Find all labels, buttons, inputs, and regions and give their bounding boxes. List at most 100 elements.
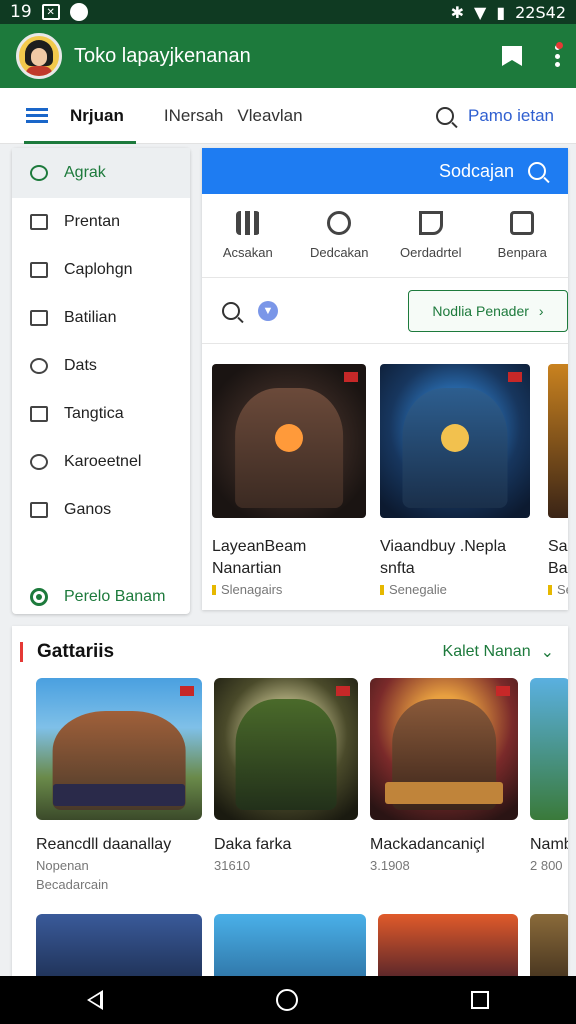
game-thumbnail bbox=[36, 678, 202, 820]
bookmark-icon[interactable] bbox=[502, 46, 522, 66]
game-title: Reancdll daanallay bbox=[36, 836, 172, 853]
card-subtitle: Senegalie bbox=[389, 582, 447, 597]
game-thumbnail bbox=[214, 678, 358, 820]
sidebar-item-ganos[interactable]: Ganos bbox=[12, 486, 190, 534]
games-header: Gattariis Kalet Nanan ⌄ bbox=[12, 626, 568, 678]
chevron-right-icon: › bbox=[538, 302, 544, 319]
status-bar: 19 ✕ ✱ ▼ ▮ 22S42 bbox=[0, 0, 576, 24]
section-marker bbox=[20, 642, 23, 662]
app-bar: Toko lapayjkenanan bbox=[0, 24, 576, 88]
search-icon[interactable] bbox=[222, 301, 240, 320]
game-subtitle: 31610 bbox=[214, 858, 251, 873]
game-card[interactable]: Mackadancaniçl 3.1908 bbox=[370, 678, 518, 892]
tab-search-label: Pamo ietan bbox=[468, 105, 554, 125]
category-label: Oerdadrtel bbox=[400, 245, 462, 260]
category-dedcakan[interactable]: Dedcakan bbox=[294, 211, 386, 260]
sidebar-item-dats[interactable]: Dats bbox=[12, 342, 190, 390]
list-icon[interactable] bbox=[26, 108, 48, 123]
sidebar-footer-link[interactable]: Perelo Banam bbox=[12, 588, 190, 606]
sidebar-item-caplohgn[interactable]: Caplohgn bbox=[12, 246, 190, 294]
card-subtitle: Slenagairs bbox=[221, 582, 283, 597]
game-title: Namb bbox=[530, 836, 568, 853]
action-button[interactable]: Nodlia Penader › bbox=[408, 289, 568, 332]
card-title-line: San bbox=[548, 538, 568, 555]
sidebar: Agrak Prentan Caplohgn Batilian Dats Tan… bbox=[12, 148, 190, 614]
featured-cards: LayeanBeam Nanartian Slenagairs Viaandbu… bbox=[202, 344, 568, 597]
tag-icon bbox=[30, 358, 48, 374]
wifi-icon: ▼ bbox=[474, 2, 487, 22]
radio-icon bbox=[30, 588, 48, 606]
games-row: Reancdll daanallay Nopenan Becadarcain D… bbox=[12, 678, 568, 892]
card-title-line: Bad bbox=[548, 560, 568, 577]
section-title: Gattariis bbox=[37, 641, 115, 662]
category-label: Benpara bbox=[497, 245, 547, 260]
games-section: Gattariis Kalet Nanan ⌄ Reancdll daanall… bbox=[12, 626, 568, 986]
game-card[interactable]: Namb 2 800 bbox=[530, 678, 568, 892]
game-card[interactable]: Reancdll daanallay Nopenan Becadarcain bbox=[36, 678, 202, 892]
search-icon bbox=[30, 165, 48, 181]
filter-row: ▼ Nodlia Penader › bbox=[202, 278, 568, 344]
game-thumbnail bbox=[548, 364, 568, 518]
system-nav-bar bbox=[0, 976, 576, 1024]
game-card[interactable]: Daka farka 31610 bbox=[214, 678, 358, 892]
card-title-line: snfta bbox=[380, 560, 415, 577]
game-subtitle: 3.1908 bbox=[370, 858, 410, 873]
featured-panel: Sodcajan Acsakan Dedcakan Oerdadrtel Ben… bbox=[202, 148, 568, 610]
see-more-link[interactable]: Kalet Nanan ⌄ bbox=[443, 642, 554, 662]
calendar-icon bbox=[30, 310, 48, 326]
category-row: Acsakan Dedcakan Oerdadrtel Benpara bbox=[202, 194, 568, 278]
sidebar-item-tangtica[interactable]: Tangtica bbox=[12, 390, 190, 438]
chevron-down-icon[interactable]: ▼ bbox=[258, 300, 278, 321]
card-icon bbox=[30, 214, 48, 230]
featured-card[interactable]: LayeanBeam Nanartian Slenagairs bbox=[212, 364, 368, 597]
sidebar-item-label: Batilian bbox=[64, 309, 117, 326]
sidebar-item-label: Caplohgn bbox=[64, 261, 133, 278]
card-title-line: Viaandbuy .Nepla bbox=[380, 538, 507, 555]
flag-icon bbox=[418, 211, 443, 235]
battery-icon: ▮ bbox=[496, 2, 506, 22]
card-title-line: LayeanBeam bbox=[212, 538, 307, 555]
game-title: Mackadancaniçl bbox=[370, 836, 485, 853]
featured-card[interactable]: Viaandbuy .Nepla snfta Senegalie bbox=[380, 364, 536, 597]
category-benpara[interactable]: Benpara bbox=[477, 211, 569, 260]
chevron-down-icon: ⌄ bbox=[540, 644, 554, 661]
bag-icon bbox=[30, 406, 48, 422]
card-subtitle: Se bbox=[557, 582, 568, 597]
category-acsakan[interactable]: Acsakan bbox=[202, 211, 294, 260]
back-icon[interactable] bbox=[86, 990, 103, 1010]
tab-search[interactable]: Pamo ietan bbox=[436, 106, 554, 126]
tab-vleavlan[interactable]: Vleavlan bbox=[237, 106, 302, 126]
category-label: Acsakan bbox=[222, 245, 273, 260]
search-icon bbox=[528, 162, 546, 180]
category-label: Dedcakan bbox=[309, 245, 369, 260]
sidebar-item-label: Dats bbox=[64, 357, 97, 374]
sidebar-item-label: Tangtica bbox=[64, 405, 124, 422]
recent-apps-icon[interactable] bbox=[471, 991, 490, 1009]
category-oerdadrtel[interactable]: Oerdadrtel bbox=[385, 211, 477, 260]
tab-nrjuan[interactable]: Nrjuan bbox=[24, 106, 136, 144]
sidebar-item-label: Karoeetnel bbox=[64, 453, 142, 470]
sidebar-item-label: Prentan bbox=[64, 213, 121, 230]
notification-icon: ✕ bbox=[41, 4, 60, 20]
tab-inersah[interactable]: INersah bbox=[164, 106, 224, 126]
status-clock: 22S42 bbox=[515, 2, 566, 22]
featured-card[interactable]: San Bad Se bbox=[548, 364, 568, 597]
home-icon[interactable] bbox=[275, 989, 298, 1011]
card-title-line: Nanartian bbox=[212, 560, 282, 577]
sidebar-item-prentan[interactable]: Prentan bbox=[12, 198, 190, 246]
chart-icon bbox=[30, 262, 48, 278]
more-options-icon[interactable] bbox=[554, 42, 563, 67]
status-time: 19 bbox=[10, 2, 32, 22]
avatar[interactable] bbox=[16, 33, 62, 79]
tab-bar: Nrjuan INersah Vleavlan Pamo ietan bbox=[0, 88, 576, 144]
see-more-label: Kalet Nanan bbox=[442, 643, 531, 660]
game-thumbnail bbox=[530, 678, 568, 820]
sidebar-item-karoeetnel[interactable]: Karoeetnel bbox=[12, 438, 190, 486]
sidebar-item-batilian[interactable]: Batilian bbox=[12, 294, 190, 342]
bluetooth-icon: ✱ bbox=[450, 2, 464, 22]
game-subtitle: Nopenan bbox=[36, 858, 89, 873]
messenger-icon bbox=[69, 3, 88, 21]
sidebar-item-agrak[interactable]: Agrak bbox=[12, 148, 190, 198]
game-subtitle: Becadarcain bbox=[36, 877, 109, 892]
panel-search-header[interactable]: Sodcajan bbox=[202, 148, 568, 194]
